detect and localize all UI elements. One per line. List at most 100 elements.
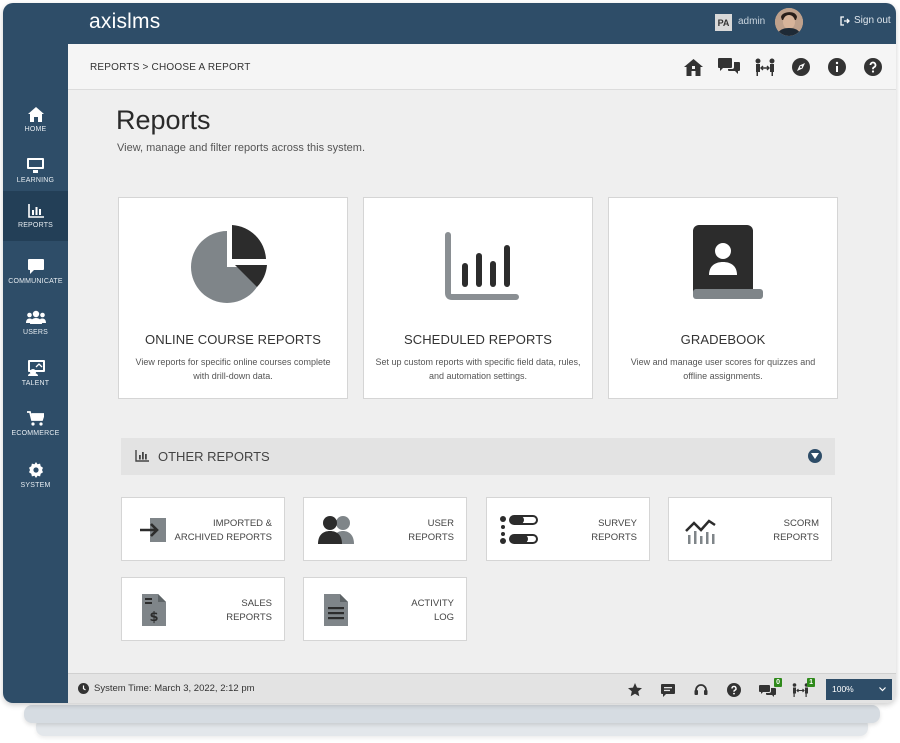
connections-icon[interactable] [754, 56, 776, 78]
activity-log-tile[interactable]: ACTIVITY LOG [303, 577, 467, 641]
tile-label: SALES REPORTS [172, 597, 272, 625]
card-description-line: offline assignments. [683, 371, 763, 381]
sidebar-item-users[interactable]: USERS [3, 298, 68, 348]
online-course-reports-card[interactable]: ONLINE COURSE REPORTS View reports for s… [118, 197, 348, 399]
tile-label-line: SURVEY [598, 518, 637, 529]
sidebar-item-system[interactable]: SYSTEM [3, 450, 68, 500]
zoom-select[interactable]: 100% [826, 679, 892, 700]
help-icon[interactable] [725, 681, 743, 699]
home-icon[interactable] [682, 56, 704, 78]
card-description: Set up custom reports with specific fiel… [374, 355, 582, 383]
breadcrumb-bar: REPORTS > CHOOSE A REPORT [68, 44, 896, 90]
card-description-line: View reports for specific online courses… [135, 357, 331, 367]
sidebar-item-label: LEARNING [16, 177, 55, 184]
sidebar-item-label: REPORTS [17, 221, 54, 229]
info-icon[interactable] [826, 56, 848, 78]
user-initials-badge[interactable]: PA [715, 14, 732, 31]
header-toolbar [682, 56, 884, 78]
sidebar-item-label: USERS [22, 329, 49, 336]
sign-out-button[interactable]: Sign out [840, 15, 891, 26]
sign-out-icon [840, 15, 850, 26]
chat-icon [27, 259, 44, 274]
sign-out-label: Sign out [854, 15, 891, 26]
document-icon [316, 592, 356, 628]
avatar[interactable] [775, 8, 803, 36]
sidebar-item-communicate[interactable]: COMMUNICATE [3, 247, 68, 297]
tile-label-line: LOG [433, 612, 454, 623]
tile-label: IMPORTED & ARCHIVED REPORTS [172, 517, 272, 545]
help-icon[interactable] [862, 56, 884, 78]
headset-icon[interactable] [692, 681, 710, 699]
sidebar-item-label: COMMUNICATE [8, 278, 63, 285]
system-time-label: System Time: [94, 683, 152, 694]
tile-label: SURVEY REPORTS [537, 517, 637, 545]
compass-icon[interactable] [790, 56, 812, 78]
connections-icon[interactable]: 1 [791, 678, 815, 699]
bar-chart-icon [27, 203, 44, 218]
trend-chart-icon [681, 512, 721, 548]
tile-label-line: REPORTS [408, 532, 454, 543]
invoice-dollar-icon: $ [134, 592, 174, 628]
imported-archived-reports-tile[interactable]: IMPORTED & ARCHIVED REPORTS [121, 497, 285, 561]
gradebook-icon [693, 225, 763, 299]
card-description-line: View and manage user scores for quizzes … [630, 357, 816, 367]
tile-label-line: REPORTS [226, 612, 272, 623]
sidebar-item-ecommerce[interactable]: ECOMMERCE [3, 399, 68, 449]
chat-notifications-icon[interactable]: 0 [758, 678, 782, 699]
zoom-value: 100% [832, 684, 854, 694]
pie-chart-icon [191, 225, 267, 303]
other-reports-header[interactable]: OTHER REPORTS [121, 438, 835, 475]
comment-icon[interactable] [659, 681, 677, 699]
app-logo[interactable]: axislms [89, 10, 160, 34]
connections-badge: 1 [807, 678, 815, 687]
tile-label: ACTIVITY LOG [354, 597, 454, 625]
home-icon [27, 107, 44, 122]
monitor-icon [27, 158, 44, 173]
tile-label-line: ACTIVITY [411, 598, 454, 609]
card-description: View and manage user scores for quizzes … [619, 355, 827, 383]
status-bar: System Time: March 3, 2022, 2:12 pm 0 1 … [68, 673, 896, 703]
sidebar-item-label: ECOMMERCE [11, 430, 60, 437]
gear-icon [28, 461, 43, 478]
sidebar-item-home[interactable]: HOME [3, 95, 68, 145]
card-description-line: and automation settings. [428, 371, 528, 381]
chevron-down-icon[interactable] [808, 449, 822, 463]
tile-label-line: USER [427, 518, 454, 529]
tile-label-line: ARCHIVED REPORTS [174, 532, 272, 543]
tile-label-line: SCORM [783, 518, 819, 529]
sales-reports-tile[interactable]: $ SALES REPORTS [121, 577, 285, 641]
window-shadow-layer [24, 705, 880, 723]
top-bar: axislms PA admin Sign out [68, 3, 896, 44]
user-reports-tile[interactable]: USER REPORTS [303, 497, 467, 561]
tile-label-line: IMPORTED & [213, 518, 272, 529]
user-name[interactable]: admin [738, 16, 765, 27]
survey-reports-tile[interactable]: SURVEY REPORTS [486, 497, 650, 561]
card-title: SCHEDULED REPORTS [403, 332, 553, 347]
card-title: ONLINE COURSE REPORTS [145, 332, 321, 347]
sidebar-item-talent[interactable]: TALENT [3, 348, 68, 398]
tile-label: USER REPORTS [354, 517, 454, 545]
system-time-value: March 3, 2022, 2:12 pm [154, 683, 255, 694]
card-description: View reports for specific online courses… [129, 355, 337, 383]
users-icon [316, 512, 356, 548]
breadcrumb[interactable]: REPORTS > CHOOSE A REPORT [90, 62, 251, 73]
import-icon [134, 512, 174, 548]
system-time: System Time: March 3, 2022, 2:12 pm [78, 683, 255, 694]
sidebar-item-learning[interactable]: LEARNING [3, 146, 68, 196]
card-description-line: with drill-down data. [193, 371, 273, 381]
star-icon[interactable] [626, 681, 644, 699]
page-subtitle: View, manage and filter reports across t… [117, 142, 366, 154]
tile-label: SCORM REPORTS [719, 517, 819, 545]
svg-text:$: $ [149, 610, 158, 625]
talent-icon [27, 359, 45, 376]
page-title: Reports [116, 105, 211, 135]
gradebook-card[interactable]: GRADEBOOK View and manage user scores fo… [608, 197, 838, 399]
messages-icon[interactable] [718, 56, 740, 78]
tile-label-line: REPORTS [591, 532, 637, 543]
sidebar-item-label: TALENT [21, 379, 50, 387]
sidebar-item-reports[interactable]: REPORTS [3, 191, 68, 241]
sidebar: HOME LEARNING REPORTS COMMUNICATE USERS … [3, 3, 68, 703]
main-content: Reports View, manage and filter reports … [68, 91, 896, 673]
scorm-reports-tile[interactable]: SCORM REPORTS [668, 497, 832, 561]
scheduled-reports-card[interactable]: SCHEDULED REPORTS Set up custom reports … [363, 197, 593, 399]
